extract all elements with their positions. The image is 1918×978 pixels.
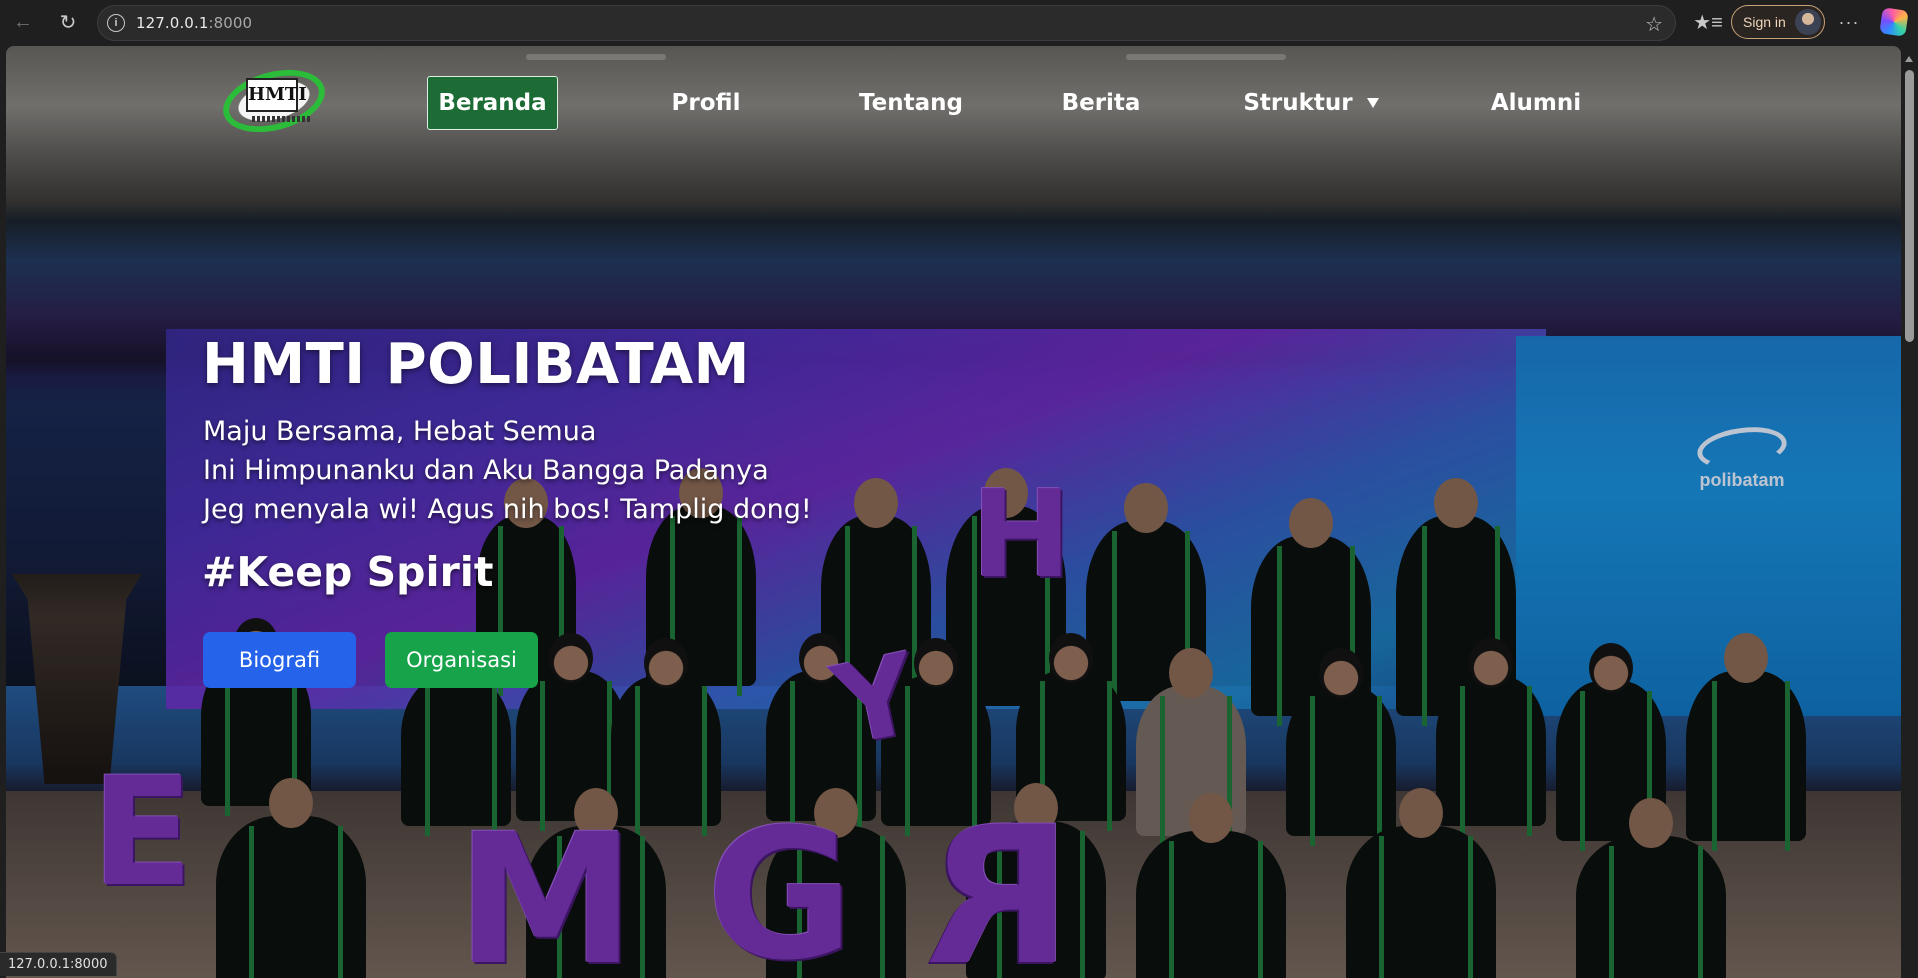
- nav-struktur-label: Struktur: [1243, 90, 1353, 116]
- hero-line: Maju Bersama, Hebat Semua: [203, 416, 597, 447]
- reload-icon[interactable]: ↻: [55, 9, 81, 35]
- url-host: 127.0.0.1: [136, 14, 209, 32]
- caret-down-icon: [1366, 98, 1379, 108]
- status-url: 127.0.0.1:8000: [8, 957, 108, 972]
- nav-beranda-label: Beranda: [438, 90, 547, 116]
- status-url-bubble: 127.0.0.1:8000: [0, 952, 117, 976]
- nav-alumni[interactable]: Alumni: [1476, 76, 1596, 130]
- page-viewport: polibatam H Y E M G R HMTI Beranda Profi…: [6, 46, 1901, 978]
- hero-line: Jeg menyala wi! Agus nih bos! Tamplig do…: [203, 494, 812, 525]
- nav-alumni-label: Alumni: [1490, 90, 1582, 116]
- nav-beranda[interactable]: Beranda: [427, 76, 558, 130]
- back-arrow-icon[interactable]: ←: [10, 9, 36, 35]
- biografi-button[interactable]: Biografi: [203, 632, 356, 688]
- hero-tagline: #Keep Spirit: [202, 548, 494, 596]
- star-icon[interactable]: ☆: [1645, 12, 1663, 37]
- url-port: :8000: [208, 14, 253, 32]
- hmti-logo-text: HMTI: [246, 78, 307, 112]
- hmti-logo[interactable]: HMTI: [216, 59, 332, 143]
- avatar: [1795, 9, 1821, 35]
- sign-in-label: Sign in: [1743, 14, 1786, 30]
- copilot-icon[interactable]: [1879, 7, 1909, 37]
- nav-tentang-label: Tentang: [859, 90, 963, 116]
- nav-tentang[interactable]: Tentang: [846, 76, 976, 130]
- nav-struktur[interactable]: Struktur: [1236, 76, 1386, 130]
- nav-profil[interactable]: Profil: [646, 76, 766, 130]
- sign-in-button[interactable]: Sign in: [1731, 5, 1825, 39]
- vertical-scrollbar[interactable]: [1901, 46, 1918, 978]
- biografi-label: Biografi: [238, 648, 321, 672]
- address-url[interactable]: 127.0.0.1:8000: [136, 14, 252, 32]
- address-bar[interactable]: i 127.0.0.1:8000 ☆: [97, 5, 1676, 41]
- organisasi-label: Organisasi: [406, 648, 517, 672]
- nav-berita[interactable]: Berita: [1046, 76, 1156, 130]
- hero-line: Ini Himpunanku dan Aku Bangga Padanya: [203, 455, 769, 486]
- browser-toolbar: ← ↻ i 127.0.0.1:8000 ☆ ★≡ Sign in ···: [0, 0, 1918, 46]
- hero-title: HMTI POLIBATAM: [202, 332, 750, 397]
- organisasi-button[interactable]: Organisasi: [385, 632, 538, 688]
- scrollbar-thumb[interactable]: [1905, 70, 1914, 342]
- favorites-icon[interactable]: ★≡: [1693, 9, 1723, 35]
- scroll-up-icon[interactable]: [1905, 56, 1913, 62]
- more-icon[interactable]: ···: [1836, 9, 1862, 35]
- nav-profil-label: Profil: [671, 90, 741, 116]
- nav-berita-label: Berita: [1061, 90, 1141, 116]
- info-icon[interactable]: i: [107, 14, 125, 32]
